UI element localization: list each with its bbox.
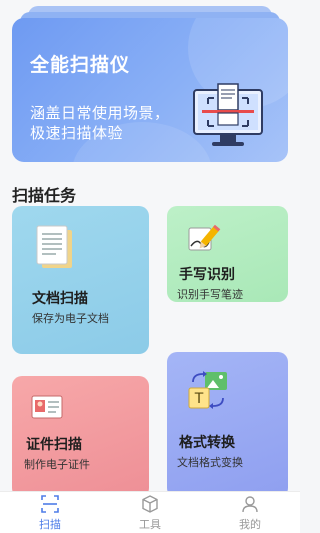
format-convert-icon: T	[188, 371, 227, 409]
card-description: 文档格式变换	[177, 456, 243, 469]
bottom-tab-bar: 扫描 工具 我的	[0, 491, 300, 533]
scan-icon	[41, 494, 59, 513]
card-title: 格式转换	[179, 435, 235, 451]
scanner-monitor-icon	[193, 83, 263, 146]
card-title: 文档扫描	[32, 291, 88, 307]
banner-title: 全能扫描仪	[30, 54, 131, 76]
svg-text:T: T	[194, 391, 204, 407]
card-format-conversion[interactable]: T 格式转换 文档格式变换	[167, 352, 288, 498]
banner-subtitle-line2: 极速扫描体验	[30, 124, 124, 142]
card-description: 保存为电子文档	[32, 312, 109, 325]
id-card-icon	[31, 395, 63, 419]
user-icon	[242, 495, 258, 512]
tab-label: 工具	[139, 517, 161, 531]
card-document-scan[interactable]: 文档扫描 保存为电子文档	[12, 206, 149, 354]
app-screen: 全能扫描仪 涵盖日常使用场景， 极速扫描体验 扫描任务 文档扫描 保存为电子文档…	[0, 0, 300, 533]
tab-tools[interactable]: 工具	[100, 492, 200, 533]
card-title: 手写识别	[179, 267, 235, 283]
tab-mine[interactable]: 我的	[200, 492, 300, 533]
card-id-scan[interactable]: 证件扫描 制作电子证件	[12, 376, 149, 498]
box-icon	[142, 494, 158, 513]
card-handwriting-recognition[interactable]: 手写识别 识别手写笔迹	[167, 206, 288, 302]
tab-label: 扫描	[39, 517, 61, 531]
document-icon	[36, 225, 72, 268]
card-description: 制作电子证件	[24, 458, 90, 471]
section-title: 扫描任务	[12, 186, 77, 205]
hero-banner[interactable]: 全能扫描仪 涵盖日常使用场景， 极速扫描体验	[12, 18, 288, 162]
pencil-writing-icon	[188, 224, 221, 251]
banner-subtitle-line1: 涵盖日常使用场景，	[30, 104, 170, 122]
card-description: 识别手写笔迹	[177, 288, 243, 301]
tab-scan[interactable]: 扫描	[0, 492, 100, 533]
tab-label: 我的	[239, 517, 261, 531]
card-title: 证件扫描	[26, 437, 82, 453]
